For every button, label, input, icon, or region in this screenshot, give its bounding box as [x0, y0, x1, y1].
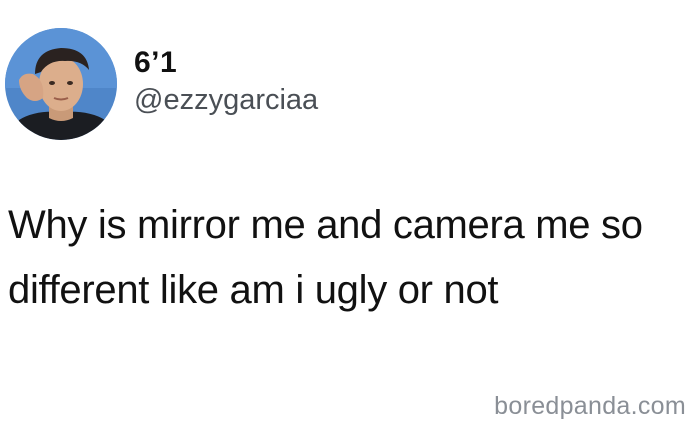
avatar-image [5, 28, 117, 140]
tweet-text: Why is mirror me and camera me so differ… [8, 193, 688, 323]
user-handle[interactable]: @ezzygarciaa [134, 84, 318, 117]
tweet-text-line: Why is mirror me and camera me so [8, 203, 643, 247]
watermark: boredpanda.com [494, 392, 686, 420]
tweet-text-line: different like am i ugly or not [8, 268, 499, 312]
avatar[interactable] [5, 28, 117, 140]
display-name[interactable]: 6’1 [134, 46, 177, 80]
tweet-card: 6’1 @ezzygarciaa Why is mirror me and ca… [0, 0, 700, 431]
